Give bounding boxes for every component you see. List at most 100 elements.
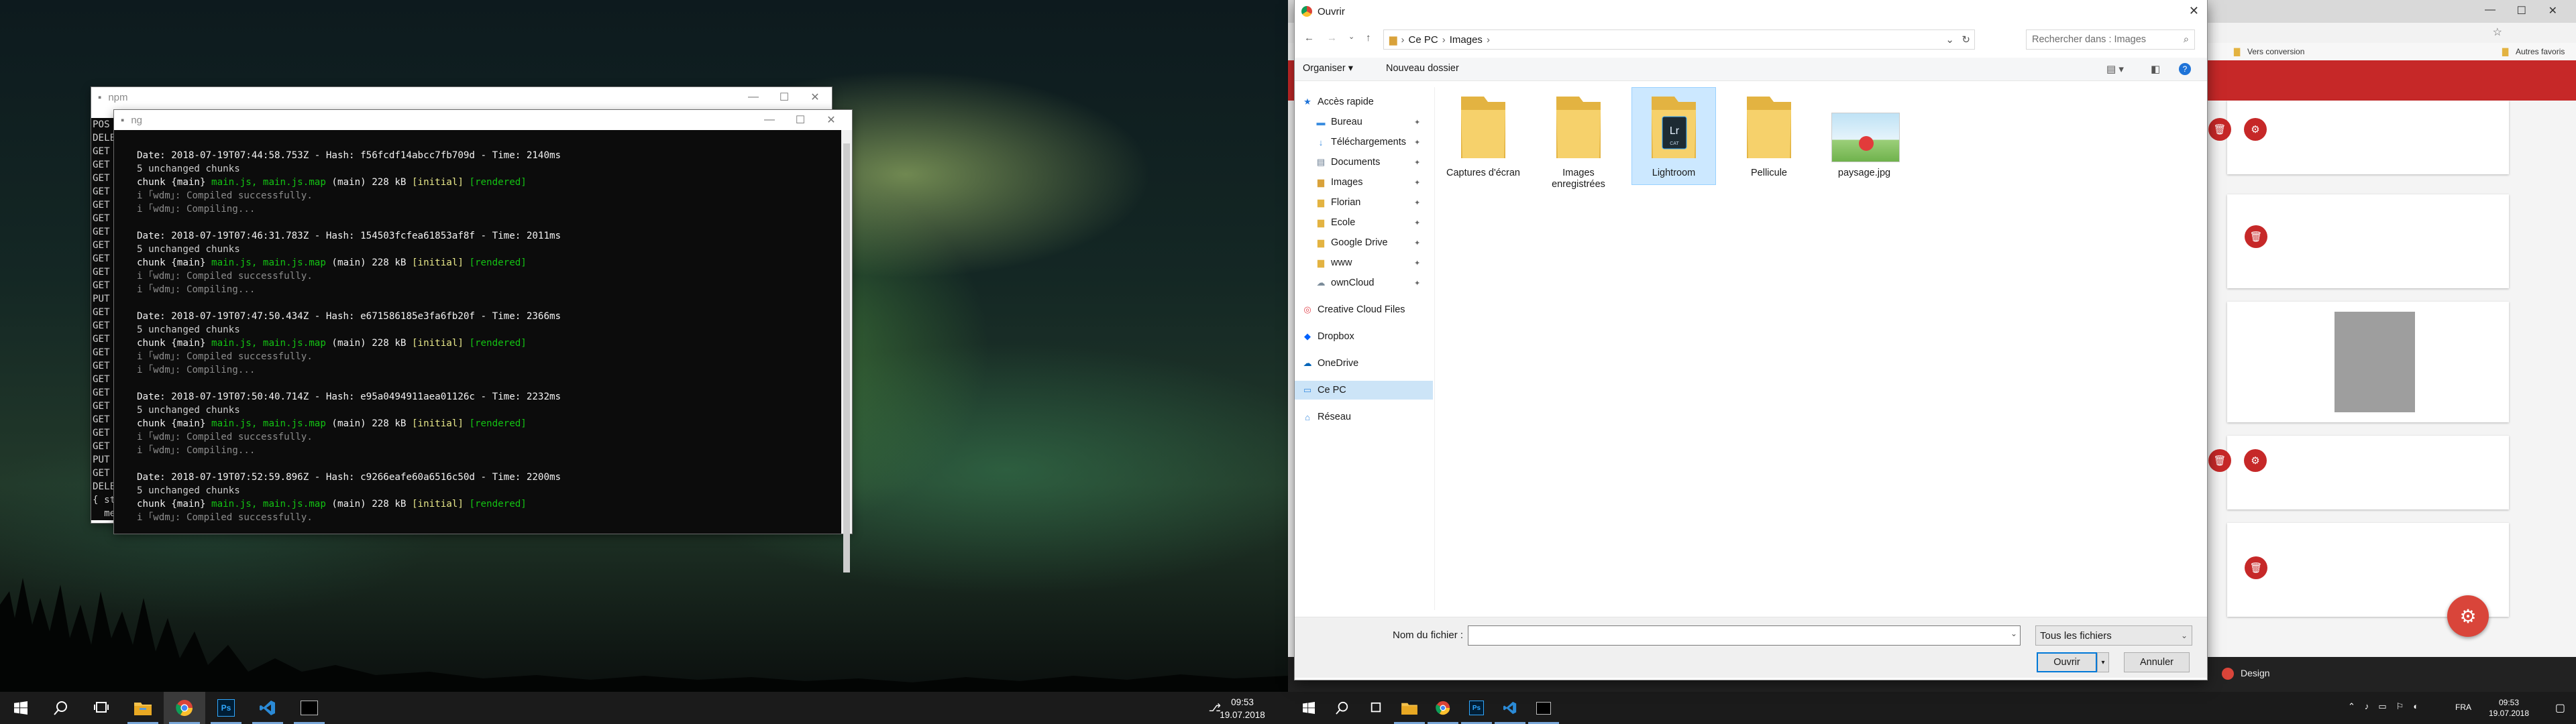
search-icon[interactable]: ⌕ xyxy=(2184,34,2189,45)
notification-icon[interactable]: ▢ xyxy=(2555,701,2565,715)
nav-quick-access[interactable]: ★ Accès rapide xyxy=(1295,93,1433,111)
chunk-mid: (main) 228 kB xyxy=(325,257,413,268)
close-button[interactable]: ✕ xyxy=(2189,4,2199,18)
bookmark-vers-conversion[interactable]: Vers conversion xyxy=(2247,47,2304,56)
ng-console-window[interactable]: ▪ ng — ☐ ✕ Date: 2018-07-19T07:44:58.753… xyxy=(114,110,852,572)
filename-dropdown-icon[interactable]: ⌄ xyxy=(2010,629,2017,638)
file-name: paysage.jpg xyxy=(1837,168,1891,178)
preview-pane-icon[interactable]: ◧ xyxy=(2151,63,2160,75)
minimize-button[interactable]: — xyxy=(2485,4,2496,16)
search-input[interactable]: Rechercher dans : Images ⌕ xyxy=(2026,29,2195,50)
nav-label: Dropbox xyxy=(1318,331,1354,342)
design-tab[interactable]: Design xyxy=(2241,668,2270,678)
search-placeholder: Rechercher dans : Images xyxy=(2032,34,2147,45)
new-folder-button[interactable]: Nouveau dossier xyxy=(1386,63,1459,74)
nav-item-florian[interactable]: ▆ Florian ✦ xyxy=(1295,193,1433,212)
maximize-button[interactable]: ☐ xyxy=(2517,4,2526,17)
view-options-icon[interactable]: ▤ ▾ xyxy=(2106,63,2124,75)
nav-label: www xyxy=(1331,257,1352,268)
nav-dropbox[interactable]: ◆ Dropbox xyxy=(1295,327,1433,346)
console-line: GET xyxy=(93,173,110,184)
ng-titlebar[interactable]: ▪ ng — ☐ ✕ xyxy=(114,110,852,130)
back-icon[interactable]: ← xyxy=(1304,32,1314,44)
bookmark-other[interactable]: Autres favoris xyxy=(2516,47,2565,56)
taskbar-clock-right[interactable]: 09:53 19.07.2018 xyxy=(2482,697,2536,719)
chrome-icon[interactable] xyxy=(164,692,205,724)
maximize-button[interactable]: ☐ xyxy=(769,87,800,107)
chunk-rend: [rendered] xyxy=(469,418,527,429)
file-item[interactable]: Lr CAT Lightroom xyxy=(1631,87,1716,185)
tray-icons[interactable]: ⌃♪▭⚐◐ xyxy=(2348,701,2428,712)
nav-item-owncloud[interactable]: ☁ ownCloud ✦ xyxy=(1295,274,1433,292)
task-view-icon[interactable] xyxy=(80,692,122,724)
cmd-icon[interactable] xyxy=(288,692,330,724)
nav-item-bureau[interactable]: ▬ Bureau ✦ xyxy=(1295,113,1433,131)
close-button[interactable]: ✕ xyxy=(816,110,847,130)
delete-icon[interactable]: 🗑 xyxy=(2208,449,2231,472)
console-scrollbar[interactable] xyxy=(841,130,852,572)
address-dropdown-icon[interactable]: ⌄ xyxy=(1945,34,1954,46)
console-line: i ｢wdm｣: Compiling... xyxy=(137,204,256,215)
filename-input[interactable]: ⌄ xyxy=(1468,625,2021,646)
chunk-rend: [rendered] xyxy=(469,338,527,349)
taskbar-clock-left[interactable]: 09:53 19.07.2018 xyxy=(1202,696,1283,721)
minimize-button[interactable]: — xyxy=(754,110,785,130)
delete-icon[interactable]: 🗑 xyxy=(2245,556,2267,579)
search-icon[interactable] xyxy=(40,692,82,724)
chunk-pre: chunk {main} xyxy=(137,499,212,509)
clock-date: 19.07.2018 xyxy=(2488,709,2530,718)
cancel-button[interactable]: Annuler xyxy=(2124,652,2190,672)
dialog-titlebar[interactable]: Ouvrir ✕ xyxy=(1295,0,2207,23)
file-item[interactable]: paysage.jpg xyxy=(1822,87,1907,185)
fab-settings-button[interactable]: ⚙ xyxy=(2447,595,2489,637)
file-item[interactable]: Captures d'écran xyxy=(1441,87,1525,185)
forward-icon[interactable]: → xyxy=(1327,32,1337,44)
nav-item-images[interactable]: ▆ Images ✦ xyxy=(1295,173,1433,192)
vscode-icon[interactable] xyxy=(247,692,288,724)
recent-dropdown-icon[interactable]: ⌄ xyxy=(1348,32,1354,41)
minimize-button[interactable]: — xyxy=(738,87,769,107)
start-icon[interactable] xyxy=(0,692,42,724)
language-indicator[interactable]: FRA xyxy=(2455,703,2471,712)
console-line: Date: 2018-07-19T07:44:58.753Z - Hash: f… xyxy=(137,150,561,161)
nav-creative-cloud[interactable]: ◎ Creative Cloud Files xyxy=(1295,300,1433,319)
breadcrumb-this-pc[interactable]: Ce PC xyxy=(1409,34,1438,46)
delete-icon[interactable]: 🗑 xyxy=(2208,118,2231,141)
nav-item-googledrive[interactable]: ▆ Google Drive ✦ xyxy=(1295,233,1433,252)
delete-icon[interactable]: 🗑 xyxy=(2245,225,2267,248)
up-icon[interactable]: ↑ xyxy=(1366,32,1371,44)
nav-item-www[interactable]: ▆ www ✦ xyxy=(1295,253,1433,272)
chunk-rend: [rendered] xyxy=(469,177,527,188)
organize-button[interactable]: Organiser ▾ xyxy=(1303,63,1353,74)
refresh-icon[interactable]: ↻ xyxy=(1962,34,1970,46)
address-row: ← → ⌄ ↑ ▆ › Ce PC › Images › ⌄ ↻ Recherc… xyxy=(1295,27,2207,52)
nav-item-documents[interactable]: ▤ Documents ✦ xyxy=(1295,153,1433,172)
npm-titlebar[interactable]: ▪ npm xyxy=(91,87,832,107)
star-icon[interactable]: ☆ xyxy=(2493,25,2502,39)
navpane-divider xyxy=(1434,87,1435,610)
help-icon[interactable]: ? xyxy=(2179,63,2191,75)
cmd-icon[interactable] xyxy=(1523,692,1564,724)
nav-onedrive[interactable]: ☁ OneDrive xyxy=(1295,354,1433,373)
nav-item-ecole[interactable]: ▆ Ecole ✦ xyxy=(1295,213,1433,232)
address-bar[interactable]: ▆ › Ce PC › Images › ⌄ ↻ xyxy=(1383,29,1975,50)
nav-item-tlchargements[interactable]: ↓ Téléchargements ✦ xyxy=(1295,133,1433,152)
close-button[interactable]: ✕ xyxy=(2548,4,2557,17)
nav-this-pc[interactable]: ▭ Ce PC xyxy=(1295,381,1433,400)
file-type-select[interactable]: Tous les fichiers ⌄ xyxy=(2035,625,2192,646)
file-item[interactable]: Pellicule xyxy=(1727,87,1811,185)
nav-network[interactable]: ⌂ Réseau xyxy=(1295,408,1433,426)
settings-icon[interactable]: ⚙ xyxy=(2244,118,2267,141)
file-item[interactable]: Images enregistrées xyxy=(1536,87,1621,190)
photoshop-icon[interactable]: Ps xyxy=(205,692,247,724)
lightroom-badge-top: Lr xyxy=(1670,125,1680,137)
open-split-dropdown[interactable]: ▾ xyxy=(2097,652,2109,672)
scrollbar-thumb[interactable] xyxy=(843,143,850,572)
file-explorer-icon[interactable] xyxy=(122,692,164,724)
close-button[interactable]: ✕ xyxy=(800,87,830,107)
maximize-button[interactable]: ☐ xyxy=(785,110,816,130)
settings-icon[interactable]: ⚙ xyxy=(2244,449,2267,472)
breadcrumb-images[interactable]: Images xyxy=(1450,34,1483,46)
open-button[interactable]: Ouvrir xyxy=(2037,652,2097,672)
